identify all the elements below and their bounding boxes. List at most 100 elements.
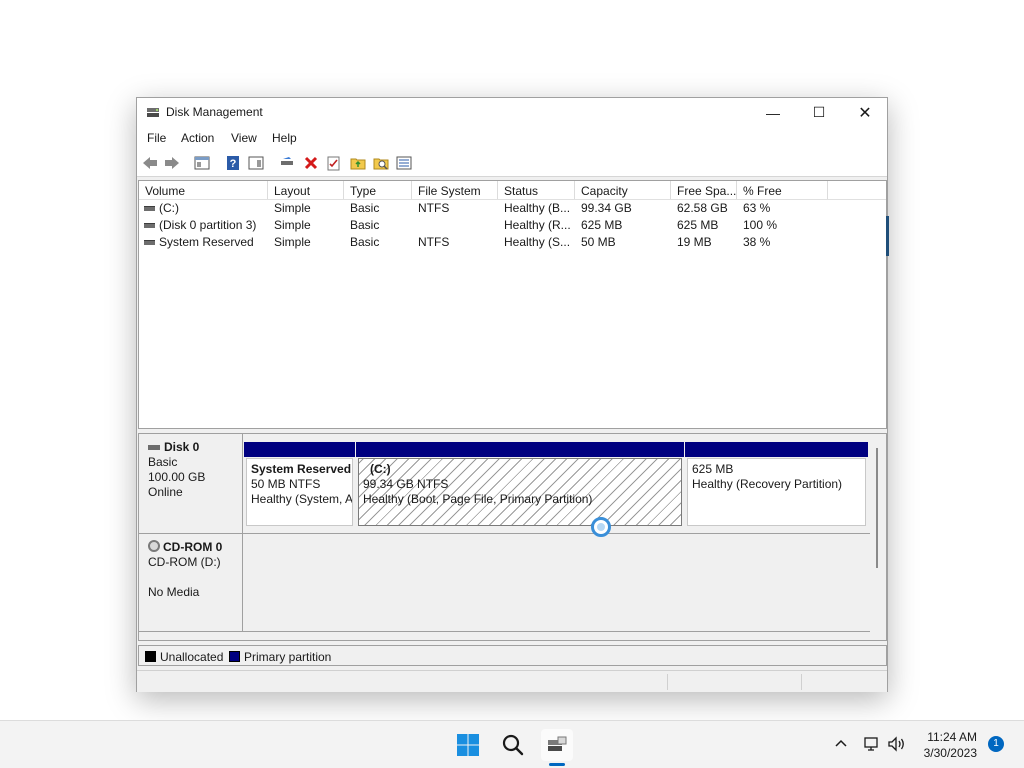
list-view-icon[interactable] xyxy=(396,155,412,171)
cell-capacity: 99.34 GB xyxy=(581,201,632,215)
cell-layout: Simple xyxy=(274,235,311,249)
cdrom-0-area[interactable] xyxy=(243,534,870,632)
cell-free-space: 625 MB xyxy=(677,218,719,232)
disk-management-icon xyxy=(147,108,159,117)
cell-capacity: 625 MB xyxy=(581,218,623,232)
search-button[interactable] xyxy=(497,729,529,761)
partition-title: (C:) xyxy=(370,462,391,476)
volume-icon[interactable] xyxy=(887,735,907,753)
menu-action[interactable]: Action xyxy=(181,131,214,145)
minimize-button[interactable]: — xyxy=(750,98,796,127)
disk-management-window: Disk Management — ☐ ✕ File Action View H… xyxy=(136,97,888,692)
disk-type: Basic xyxy=(148,455,178,469)
partition-size: 50 MB NTFS xyxy=(251,477,321,491)
column-header-capacity[interactable]: Capacity xyxy=(575,181,671,199)
help-icon[interactable]: ? xyxy=(225,155,241,171)
status-bar xyxy=(137,670,887,692)
cell-file-system: NTFS xyxy=(418,235,450,249)
clock-date[interactable]: 3/30/2023 xyxy=(910,746,977,760)
cell-status: Healthy (B... xyxy=(504,201,571,215)
menu-bar: File Action View Help xyxy=(137,127,887,149)
disk-0-label[interactable]: Disk 0 Basic 100.00 GB Online xyxy=(139,434,243,534)
maximize-button[interactable]: ☐ xyxy=(796,98,842,127)
menu-help[interactable]: Help xyxy=(272,131,297,145)
disk-management-icon xyxy=(548,736,567,751)
cdrom-0-label[interactable]: CD-ROM 0 CD-ROM (D:) No Media xyxy=(139,534,243,632)
legend-unallocated: Unallocated xyxy=(160,650,224,664)
clock-time[interactable]: 11:24 AM xyxy=(910,730,977,744)
menu-file[interactable]: File xyxy=(147,131,166,145)
cell-capacity: 50 MB xyxy=(581,235,616,249)
partition-title: System Reserved xyxy=(251,462,352,476)
column-header-file-system[interactable]: File System xyxy=(412,181,498,199)
back-arrow-icon[interactable] xyxy=(142,155,158,171)
open-folder-icon[interactable] xyxy=(350,155,366,171)
partition-c[interactable]: (C:) 99.34 GB NTFS Healthy (Boot, Page F… xyxy=(356,442,684,528)
column-header-layout[interactable]: Layout xyxy=(268,181,344,199)
table-row[interactable]: (Disk 0 partition 3) Simple Basic Health… xyxy=(139,217,886,234)
volume-list-header: Volume Layout Type File System Status Ca… xyxy=(139,181,886,200)
cell-free-space: 19 MB xyxy=(677,235,712,249)
notification-badge[interactable]: 1 xyxy=(988,736,1004,752)
menu-view[interactable]: View xyxy=(231,131,257,145)
column-header-percent-free[interactable]: % Free xyxy=(737,181,828,199)
primary-partition-bar xyxy=(356,442,684,457)
explore-icon[interactable] xyxy=(373,155,389,171)
start-button[interactable] xyxy=(452,729,484,761)
window-title: Disk Management xyxy=(166,105,263,119)
network-icon[interactable] xyxy=(863,735,881,753)
cell-volume: System Reserved xyxy=(159,235,254,249)
disk-name: Disk 0 xyxy=(164,440,200,454)
search-icon xyxy=(502,734,524,756)
table-row[interactable]: System Reserved Simple Basic NTFS Health… xyxy=(139,234,886,251)
drive-icon xyxy=(144,240,155,245)
cell-percent-free: 38 % xyxy=(743,235,771,249)
disk-0-partitions: System Reserved 50 MB NTFS Healthy (Syst… xyxy=(243,434,870,534)
primary-partition-bar xyxy=(685,442,868,457)
taskbar-disk-management[interactable] xyxy=(541,729,573,761)
cell-percent-free: 100 % xyxy=(743,218,778,232)
delete-icon[interactable] xyxy=(303,155,319,171)
partition-status: Healthy (Boot, Page File, Primary Partit… xyxy=(363,492,593,506)
svg-text:?: ? xyxy=(230,158,237,170)
cell-file-system: NTFS xyxy=(418,201,450,215)
title-bar[interactable]: Disk Management — ☐ ✕ xyxy=(137,98,887,127)
scroll-indicator xyxy=(886,216,889,256)
cell-free-space: 62.58 GB xyxy=(677,201,728,215)
volume-list: Volume Layout Type File System Status Ca… xyxy=(138,180,887,429)
partition-status: Healthy (Recovery Partition) xyxy=(692,477,843,491)
drive-icon xyxy=(144,206,155,211)
status-separator xyxy=(801,674,802,690)
cell-layout: Simple xyxy=(274,201,311,215)
column-header-free-space[interactable]: Free Spa... xyxy=(671,181,737,199)
column-header-type[interactable]: Type xyxy=(344,181,412,199)
toolbar: ? xyxy=(137,149,887,177)
legend-swatch-primary xyxy=(229,651,240,662)
legend-swatch-unallocated xyxy=(145,651,156,662)
cell-type: Basic xyxy=(350,218,380,232)
action-pane-icon[interactable] xyxy=(248,155,264,171)
primary-partition-bar xyxy=(244,442,355,457)
windows-logo-icon xyxy=(457,734,479,756)
column-header-status[interactable]: Status xyxy=(498,181,575,199)
chevron-up-icon[interactable] xyxy=(834,737,848,751)
table-row[interactable]: (C:) Simple Basic NTFS Healthy (B... 99.… xyxy=(139,200,886,217)
properties-icon[interactable] xyxy=(326,155,342,171)
partition-recovery[interactable]: 625 MB Healthy (Recovery Partition) xyxy=(685,442,868,528)
disk-name: CD-ROM 0 xyxy=(163,540,223,554)
partition-size: 625 MB xyxy=(692,462,734,476)
partition-status: Healthy (System, A xyxy=(251,492,353,506)
drive-icon xyxy=(144,223,155,228)
cd-drive-icon xyxy=(148,540,160,552)
close-button[interactable]: ✕ xyxy=(842,98,888,127)
column-header-volume[interactable]: Volume xyxy=(139,181,268,199)
connect-disk-icon[interactable] xyxy=(279,155,295,171)
busy-cursor-icon xyxy=(591,517,611,537)
cell-layout: Simple xyxy=(274,218,311,232)
disk-icon xyxy=(148,445,160,451)
disk-map-scrollbar[interactable] xyxy=(876,448,878,568)
console-view-icon[interactable] xyxy=(194,155,210,171)
disk-state: Online xyxy=(148,485,183,499)
partition-system-reserved[interactable]: System Reserved 50 MB NTFS Healthy (Syst… xyxy=(244,442,355,528)
forward-arrow-icon[interactable] xyxy=(164,155,180,171)
